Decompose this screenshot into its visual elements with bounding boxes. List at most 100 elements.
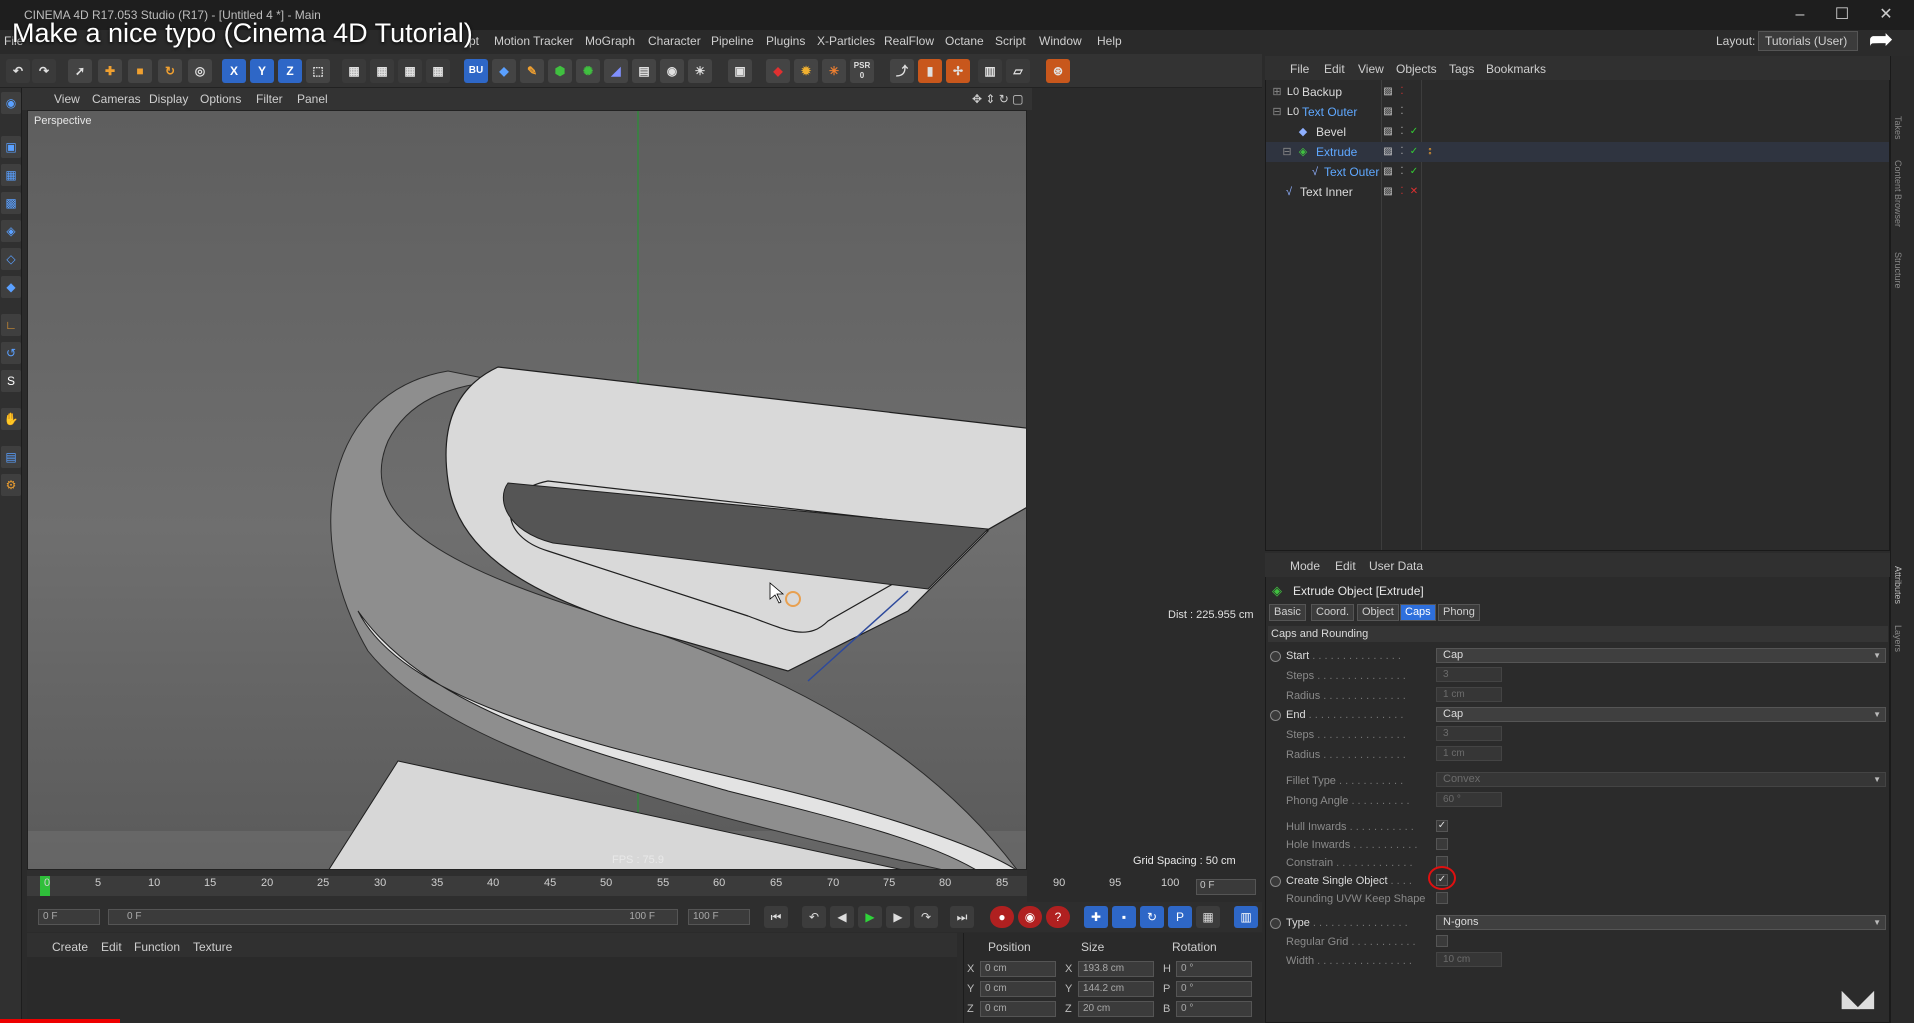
keyframe-selection-icon[interactable]: ?: [1046, 906, 1070, 928]
scale-tool-icon[interactable]: ■: [128, 59, 152, 83]
coordinate-system-icon[interactable]: ⬚: [306, 59, 330, 83]
psr-button[interactable]: PSR 0: [850, 59, 874, 83]
viewport-menu-cameras[interactable]: Cameras: [92, 92, 141, 106]
menu-octane[interactable]: Octane: [945, 34, 984, 48]
x-axis-button[interactable]: X: [222, 59, 246, 83]
tab-basic[interactable]: Basic: [1269, 604, 1306, 621]
menu-help[interactable]: Help: [1097, 34, 1122, 48]
subdivision-icon[interactable]: ⬢: [548, 59, 572, 83]
3d-viewport[interactable]: Perspective: [27, 110, 1027, 870]
object-row-backup[interactable]: ⊞ L0 Backup ▨ ⁚: [1266, 82, 1889, 102]
menu-window[interactable]: Window: [1039, 34, 1082, 48]
rotate-tool-icon[interactable]: ↻: [158, 59, 182, 83]
size-y-field[interactable]: 144.2 cm: [1078, 981, 1154, 997]
position-x-field[interactable]: 0 cm: [980, 961, 1056, 977]
attribute-menu-edit[interactable]: Edit: [1335, 559, 1356, 573]
side-tab-attributes[interactable]: Attributes: [1893, 566, 1903, 604]
model-mode-icon[interactable]: ▣: [1, 136, 21, 158]
start-animate-radio[interactable]: [1270, 651, 1281, 662]
axis-mode-icon[interactable]: ∟: [1, 314, 21, 336]
y-axis-button[interactable]: Y: [250, 59, 274, 83]
snap-icon[interactable]: ⤴: [890, 59, 914, 83]
object-menu-tags[interactable]: Tags: [1449, 62, 1474, 76]
object-menu-view[interactable]: View: [1358, 62, 1384, 76]
layout-select[interactable]: Tutorials (User): [1758, 31, 1858, 51]
render-queue-icon[interactable]: ▦: [426, 59, 450, 83]
rotation-b-field[interactable]: 0 °: [1176, 1001, 1252, 1017]
fillet-type-select[interactable]: Convex: [1436, 772, 1886, 787]
tab-phong[interactable]: Phong: [1438, 604, 1480, 621]
octane-icon[interactable]: ◆: [766, 59, 790, 83]
key-scale-icon[interactable]: ▪: [1112, 906, 1136, 928]
position-z-field[interactable]: 0 cm: [980, 1001, 1056, 1017]
regular-grid-checkbox[interactable]: [1436, 935, 1448, 947]
deformer-icon[interactable]: ◢: [604, 59, 628, 83]
paint-icon[interactable]: ⚙: [1, 474, 21, 496]
range-slider[interactable]: 0 F 100 F: [108, 909, 678, 925]
object-row-bevel[interactable]: ◆ Bevel ▨ ⁚ ✓: [1266, 122, 1889, 142]
side-tab-content-browser[interactable]: Content Browser: [1893, 160, 1903, 227]
axis-icon[interactable]: ✢: [946, 59, 970, 83]
material-menu-edit[interactable]: Edit: [101, 940, 122, 954]
object-row-text-outer[interactable]: ⊟ L0 Text Outer ▨ ⁚: [1266, 102, 1889, 122]
tweak-mode-icon[interactable]: ↺: [1, 342, 21, 364]
lock-workplane-icon[interactable]: ▤: [1, 446, 21, 468]
start-steps-field[interactable]: 3: [1436, 667, 1502, 682]
visibility-dots-icon[interactable]: ⁚: [1396, 86, 1408, 98]
go-to-end-icon[interactable]: ⏭: [950, 906, 974, 928]
hole-inwards-checkbox[interactable]: [1436, 838, 1448, 850]
next-frame-icon[interactable]: ▶: [886, 906, 910, 928]
share-icon[interactable]: ➦: [1862, 22, 1900, 56]
play-icon[interactable]: ▶: [858, 906, 882, 928]
viewport-menu-display[interactable]: Display: [149, 92, 188, 106]
previous-frame-icon[interactable]: ◀: [830, 906, 854, 928]
single-object-animate-radio[interactable]: [1270, 876, 1281, 887]
workplane-mode-icon[interactable]: ▩: [1, 192, 21, 214]
menu-character[interactable]: Character: [648, 34, 701, 48]
z-axis-button[interactable]: Z: [278, 59, 302, 83]
menu-pipeline[interactable]: Pipeline: [711, 34, 754, 48]
undo-icon[interactable]: ↶: [6, 59, 30, 83]
material-menu-function[interactable]: Function: [134, 940, 180, 954]
timeline-icon[interactable]: ▥: [1234, 906, 1258, 928]
light-icon[interactable]: ☀: [688, 59, 712, 83]
side-tab-structure[interactable]: Structure: [1893, 252, 1903, 289]
key-position-icon[interactable]: ✚: [1084, 906, 1108, 928]
menu-plugins[interactable]: Plugins: [766, 34, 805, 48]
size-x-field[interactable]: 193.8 cm: [1078, 961, 1154, 977]
snapping-icon[interactable]: S: [1, 370, 21, 392]
viewport-menu-view[interactable]: View: [54, 92, 80, 106]
viewport-menu-filter[interactable]: Filter: [256, 92, 283, 106]
cube-icon[interactable]: ◆: [492, 59, 516, 83]
start-radius-field[interactable]: 1 cm: [1436, 687, 1502, 702]
attribute-menu-user-data[interactable]: User Data: [1369, 559, 1423, 573]
rounding-uvw-checkbox[interactable]: [1436, 892, 1448, 904]
points-mode-icon[interactable]: ◈: [1, 220, 21, 242]
previous-key-icon[interactable]: ↶: [802, 906, 826, 928]
visibility-dots-icon[interactable]: ⁚: [1396, 126, 1408, 138]
end-radius-field[interactable]: 1 cm: [1436, 746, 1502, 761]
visibility-dots-icon[interactable]: ⁚: [1396, 166, 1408, 178]
workplane-icon[interactable]: ▮: [918, 59, 942, 83]
hull-inwards-checkbox[interactable]: ✓: [1436, 820, 1448, 832]
tab-coord[interactable]: Coord.: [1311, 604, 1355, 621]
sculpt-icon[interactable]: ✋: [1, 408, 21, 430]
object-menu-edit[interactable]: Edit: [1324, 62, 1345, 76]
end-steps-field[interactable]: 3: [1436, 726, 1502, 741]
render-settings-icon[interactable]: ▦: [398, 59, 422, 83]
wire-icon[interactable]: ▱: [1006, 59, 1030, 83]
start-frame-field[interactable]: 0 F: [38, 909, 100, 925]
type-animate-radio[interactable]: [1270, 918, 1281, 929]
phong-angle-field[interactable]: 60 °: [1436, 792, 1502, 807]
select-tool-icon[interactable]: ➚: [68, 59, 92, 83]
render-picture-icon[interactable]: ▦: [370, 59, 394, 83]
material-menu-create[interactable]: Create: [52, 940, 88, 954]
size-z-field[interactable]: 20 cm: [1078, 1001, 1154, 1017]
rotation-h-field[interactable]: 0 °: [1176, 961, 1252, 977]
video-progress-bar[interactable]: [0, 1019, 120, 1023]
record-icon[interactable]: ●: [990, 906, 1014, 928]
material-menu-texture[interactable]: Texture: [193, 940, 232, 954]
polygons-mode-icon[interactable]: ◆: [1, 276, 21, 298]
start-select[interactable]: Cap: [1436, 648, 1886, 663]
object-row-extrude[interactable]: ⊟ ◈ Extrude ▨ ⁚ ✓ ⦂: [1266, 142, 1889, 162]
